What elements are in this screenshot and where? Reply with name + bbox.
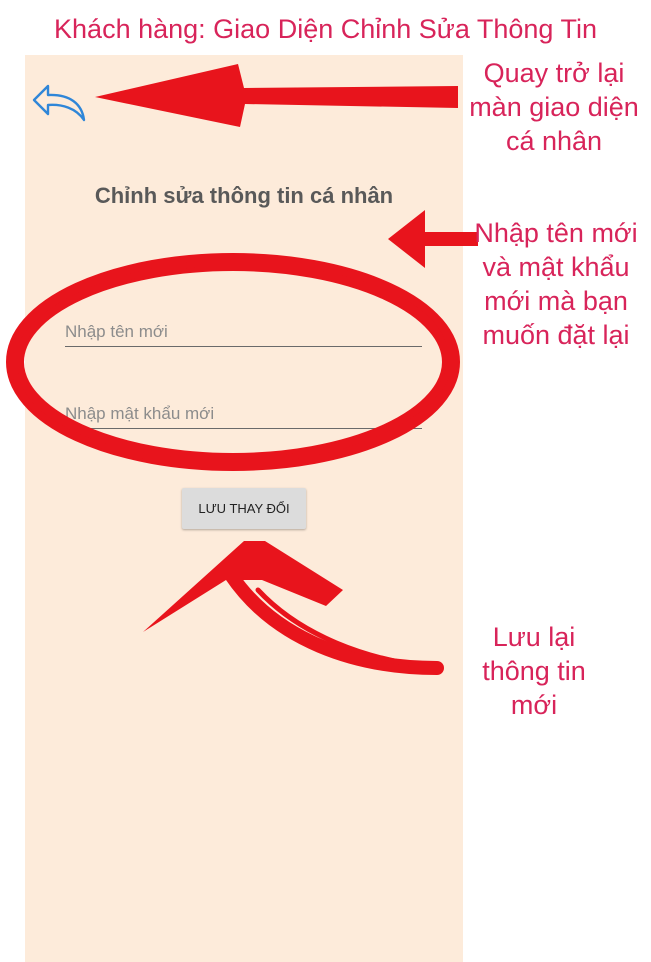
save-changes-button[interactable]: LƯU THAY ĐỔI [182,488,306,529]
document-title: Khách hàng: Giao Diện Chỉnh Sửa Thông Ti… [54,14,597,44]
new-password-input[interactable] [65,400,422,429]
annotation-save: Lưu lại thông tin mới [482,622,586,720]
back-arrow-icon[interactable] [30,80,90,124]
annotation-inputs: Nhập tên mới và mật khẩu mới mà bạn muốn… [474,218,638,350]
annotation-back: Quay trở lại màn giao diện cá nhân [469,58,639,156]
screen-heading: Chỉnh sửa thông tin cá nhân [94,183,394,208]
new-name-input[interactable] [65,318,422,347]
